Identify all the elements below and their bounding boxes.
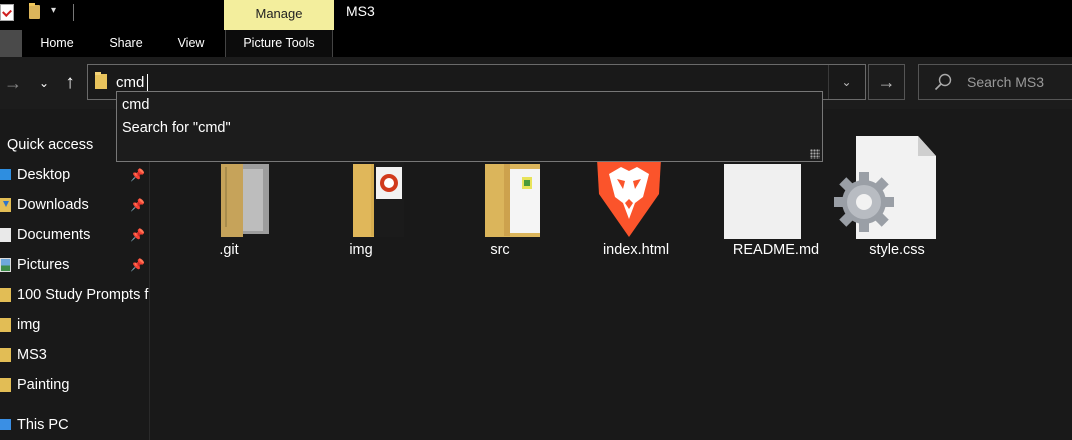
- resize-grip[interactable]: [810, 149, 820, 159]
- tab-home[interactable]: Home: [37, 30, 77, 57]
- sidebar-item-painting[interactable]: Painting: [0, 372, 149, 398]
- sidebar-item-desktop[interactable]: Desktop 📌: [0, 162, 149, 188]
- file-name: style.css: [869, 242, 925, 258]
- brave-thumbnail-icon: [374, 157, 404, 237]
- address-history-button[interactable]: ⌄: [828, 65, 864, 99]
- sidebar-item-label: Downloads: [17, 197, 89, 213]
- sidebar-item-label: MS3: [17, 347, 47, 363]
- download-icon: [0, 198, 11, 212]
- folder-icon: [0, 288, 11, 302]
- search-input[interactable]: [967, 72, 1071, 92]
- sidebar-item-label: Quick access: [7, 137, 94, 153]
- go-button[interactable]: →: [868, 64, 905, 100]
- pin-icon[interactable]: 📌: [130, 222, 145, 248]
- tab-share[interactable]: Share: [106, 30, 146, 57]
- title-bar: ▾ Manage MS3: [0, 0, 1072, 30]
- desktop-icon: [0, 169, 11, 180]
- window-title: MS3: [346, 3, 375, 19]
- sidebar-item-ms3[interactable]: MS3: [0, 342, 149, 368]
- file-name: img: [349, 242, 373, 258]
- sidebar-item-100-study-prompts[interactable]: 100 Study Prompts f: [0, 282, 149, 308]
- pin-icon[interactable]: 📌: [130, 162, 145, 188]
- new-folder-icon[interactable]: [29, 3, 40, 19]
- autocomplete-item[interactable]: cmd: [122, 94, 149, 116]
- pin-icon[interactable]: 📌: [130, 192, 145, 218]
- folder-icon: [95, 72, 107, 89]
- file-name: index.html: [602, 242, 670, 258]
- customize-toolbar-icon[interactable]: ▾: [51, 5, 56, 17]
- pin-icon[interactable]: 📌: [130, 252, 145, 278]
- text-caret: [147, 74, 148, 92]
- folder-icon: [0, 348, 11, 362]
- tab-file[interactable]: [0, 30, 22, 57]
- sidebar-item-label: This PC: [17, 417, 69, 433]
- manage-tab[interactable]: Manage: [224, 0, 334, 30]
- search-icon: [934, 73, 952, 91]
- sidebar-item-downloads[interactable]: Downloads 📌: [0, 192, 149, 218]
- file-name: .git: [219, 242, 239, 258]
- file-name: src: [490, 242, 510, 258]
- folder-icon: [0, 378, 11, 392]
- toolbar-divider: [73, 4, 74, 21]
- recent-locations-button[interactable]: ⌄: [34, 70, 54, 96]
- sidebar-item-img[interactable]: img: [0, 312, 149, 338]
- sidebar-item-label: Desktop: [17, 167, 71, 183]
- sidebar-item-label: Pictures: [17, 257, 70, 273]
- back-button[interactable]: →: [0, 70, 26, 96]
- sidebar-item-this-pc[interactable]: This PC: [0, 412, 149, 438]
- address-autocomplete: cmd Search for "cmd": [116, 91, 823, 162]
- pictures-icon: [0, 258, 11, 272]
- sidebar-item-documents[interactable]: Documents 📌: [0, 222, 149, 248]
- tab-picture-tools[interactable]: Picture Tools: [225, 30, 333, 57]
- sidebar-item-label: img: [17, 317, 41, 333]
- sidebar-item-label: 100 Study Prompts f: [17, 287, 149, 303]
- folder-icon: [0, 318, 11, 332]
- pc-icon: [0, 419, 11, 430]
- ribbon-tab-bar: Home Share View Picture Tools: [0, 30, 1072, 57]
- file-item-style-css[interactable]: style.css: [832, 119, 952, 269]
- sidebar-item-label: Documents: [17, 227, 91, 243]
- autocomplete-item[interactable]: Search for "cmd": [122, 117, 231, 139]
- file-name: README.md: [732, 242, 820, 258]
- search-box[interactable]: [918, 64, 1072, 100]
- properties-icon[interactable]: [0, 4, 14, 21]
- documents-icon: [0, 228, 11, 242]
- css-file-icon: [834, 136, 936, 239]
- sidebar-item-pictures[interactable]: Pictures 📌: [0, 252, 149, 278]
- up-button[interactable]: ↑: [58, 70, 82, 96]
- sidebar-item-label: Painting: [17, 377, 70, 393]
- tab-view[interactable]: View: [172, 30, 210, 57]
